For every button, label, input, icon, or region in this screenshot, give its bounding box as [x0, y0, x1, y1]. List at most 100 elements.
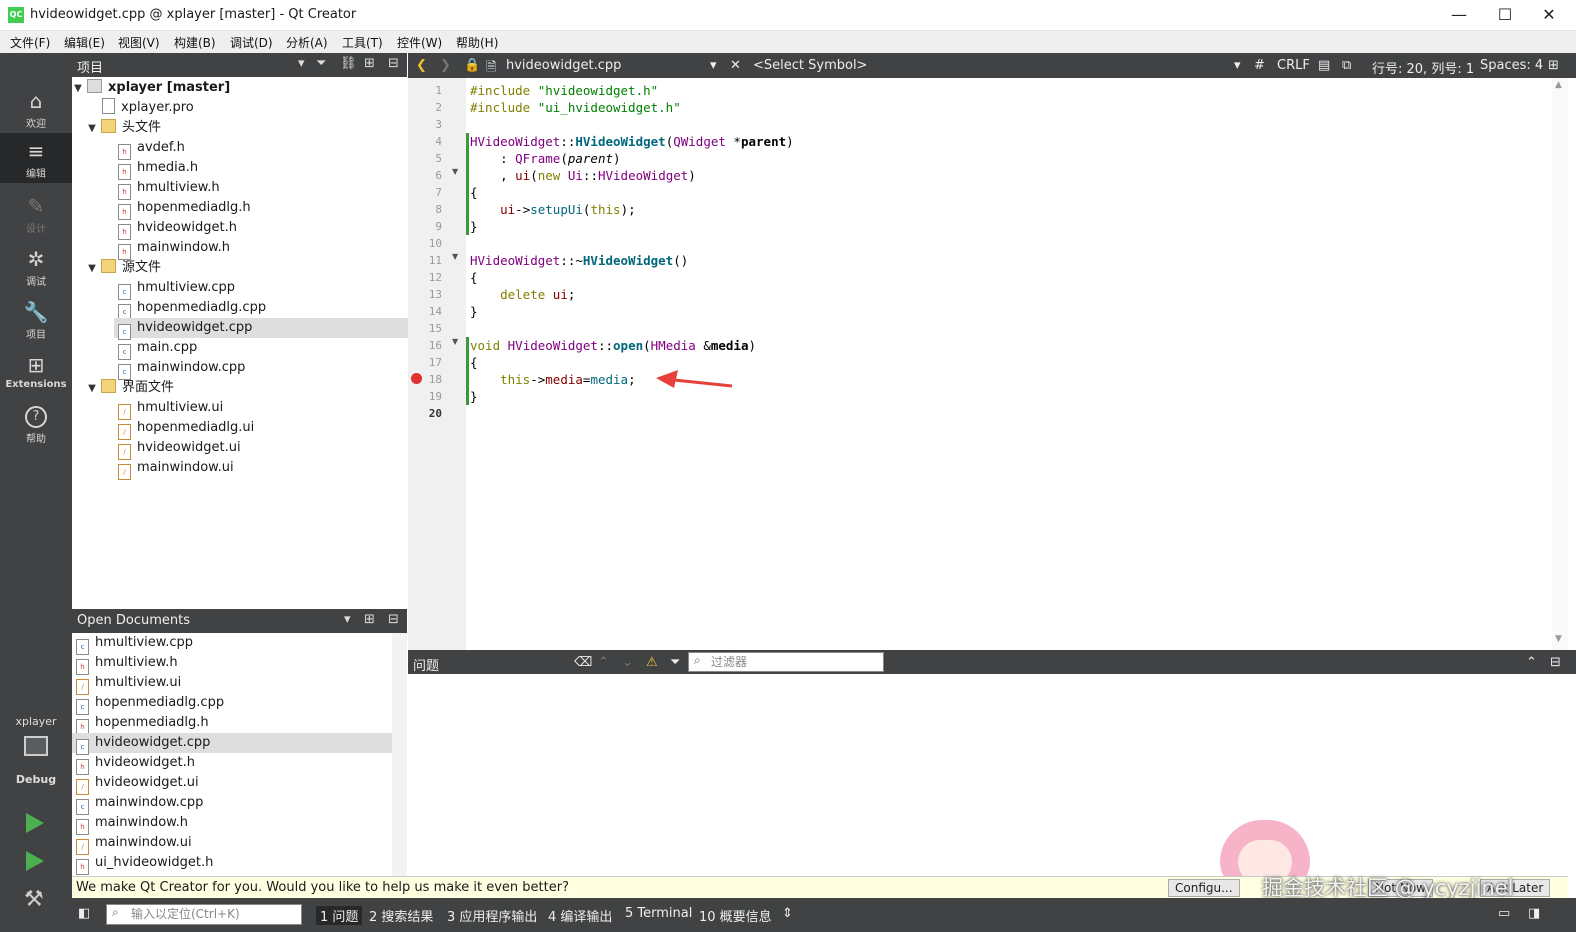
monitor-icon[interactable] [24, 736, 48, 756]
chevron-down-icon[interactable]: ▼ [86, 379, 98, 399]
chevron-down-icon[interactable]: ▼ [86, 119, 98, 139]
mode-debug[interactable]: ✲ 调试 [0, 241, 72, 291]
menu-file[interactable]: 文件(F) [10, 34, 50, 51]
menu-view[interactable]: 视图(V) [118, 34, 160, 51]
menu-build[interactable]: 构建(B) [174, 34, 216, 51]
split-icon[interactable]: ⊞ [364, 56, 375, 71]
encoding-icon[interactable]: ▤ [1318, 58, 1330, 73]
list-item[interactable]: c hmultiview.cpp [76, 633, 193, 655]
tree-item[interactable]: / hvideowidget.ui [118, 438, 241, 460]
close-pane-icon[interactable]: ⊟ [388, 612, 399, 627]
tree-item[interactable]: h hvideowidget.h [118, 218, 237, 240]
build-hammer-icon[interactable]: ⚒ [24, 887, 44, 912]
debug-run-icon[interactable] [26, 851, 44, 871]
close-pane-icon[interactable]: ⊟ [388, 56, 399, 71]
minimize-button[interactable]: — [1436, 0, 1482, 30]
menu-widgets[interactable]: 控件(W) [397, 34, 442, 51]
tree-item[interactable]: h hopenmediadlg.h [118, 198, 251, 220]
tree-item-selected[interactable]: c hvideowidget.cpp [114, 318, 411, 340]
tree-item[interactable]: h avdef.h [118, 138, 185, 160]
close-window-button[interactable]: ✕ [1526, 0, 1572, 30]
link-icon[interactable]: ⛓ [340, 56, 357, 71]
list-item[interactable]: / hmultiview.ui [76, 673, 181, 695]
chevron-down-icon[interactable]: ▾ [344, 612, 351, 627]
current-file-selector[interactable]: hvideowidget.cpp [506, 58, 621, 73]
indent-setting[interactable]: Spaces: 4 [1480, 58, 1543, 73]
back-arrow-icon[interactable]: ❮ [416, 58, 427, 73]
chevron-down-icon[interactable]: ▾ [1234, 58, 1241, 73]
tree-item[interactable]: xplayer.pro [102, 98, 194, 118]
menu-debug[interactable]: 调试(D) [230, 34, 273, 51]
issues-filter-input[interactable]: 过滤器 [688, 652, 884, 672]
tree-folder-headers[interactable]: ▼ 头文件 [86, 118, 161, 138]
chevron-down-icon[interactable]: ▾ [710, 58, 717, 73]
mode-projects[interactable]: 🔧 项目 [0, 294, 72, 344]
list-item[interactable]: / mainwindow.ui [76, 833, 192, 855]
clear-icon[interactable]: ⌫ [574, 655, 592, 670]
forward-arrow-icon[interactable]: ❯ [440, 58, 451, 73]
menu-analyze[interactable]: 分析(A) [286, 34, 328, 51]
mode-edit[interactable]: ≡ 编辑 [0, 133, 72, 183]
locator-input[interactable]: 输入以定位(Ctrl+K) [106, 904, 302, 925]
status-tab-terminal[interactable]: 5 Terminal [625, 906, 692, 921]
list-item[interactable]: / hvideowidget.ui [76, 773, 199, 795]
menu-tools[interactable]: 工具(T) [342, 34, 383, 51]
progress-details-icon[interactable]: ▭ [1498, 906, 1510, 921]
tree-item-project-root[interactable]: ▼ xplayer [master] [72, 78, 230, 98]
chevron-up-icon[interactable]: ▲ [1555, 80, 1562, 90]
tree-item[interactable]: h hmedia.h [118, 158, 198, 180]
maximize-button[interactable]: ☐ [1482, 0, 1528, 30]
status-tab-search-results[interactable]: 2 搜索结果 [369, 906, 433, 925]
chevron-up-icon[interactable]: ⌃ [598, 655, 609, 670]
code-editor[interactable]: #include "hvideowidget.h" #include "ui_h… [466, 78, 1552, 650]
split-icon[interactable]: ⊞ [364, 612, 375, 627]
tree-item[interactable]: c main.cpp [118, 338, 197, 360]
list-item[interactable]: h hopenmediadlg.h [76, 713, 209, 735]
editor-scrollbar[interactable]: ▲ ▼ [1552, 78, 1568, 650]
tree-item[interactable]: / hopenmediadlg.ui [118, 418, 254, 440]
list-item[interactable]: c mainwindow.cpp [76, 793, 203, 815]
chevron-down-icon[interactable]: ▾ [298, 56, 305, 71]
tree-item[interactable]: c hmultiview.cpp [118, 278, 235, 300]
status-tab-app-output[interactable]: 3 应用程序输出 [447, 906, 537, 925]
list-item-selected[interactable]: c hvideowidget.cpp [72, 733, 393, 755]
chevron-down-icon[interactable]: ▼ [86, 259, 98, 279]
menu-help[interactable]: 帮助(H) [456, 34, 498, 51]
status-tab-compile-output[interactable]: 4 编译输出 [548, 906, 612, 925]
configure-button[interactable]: Configu... [1168, 879, 1240, 897]
filter-icon[interactable]: ⏷ [316, 56, 326, 71]
list-item[interactable]: h hmultiview.h [76, 653, 178, 675]
tree-folder-forms[interactable]: ▼ 界面文件 [86, 378, 174, 398]
toggle-right-sidebar-icon[interactable]: ◨ [1528, 906, 1540, 921]
chevron-down-icon[interactable]: ▼ [72, 79, 84, 99]
tree-item[interactable]: c hopenmediadlg.cpp [118, 298, 266, 320]
mode-extensions[interactable]: ⊞ Extensions [0, 347, 72, 397]
list-item[interactable]: h ui_hvideowidget.h [76, 853, 213, 875]
symbol-selector[interactable]: <Select Symbol> [753, 58, 867, 73]
close-pane-icon[interactable]: ⊟ [1550, 655, 1561, 670]
list-item[interactable]: h mainwindow.h [76, 813, 188, 835]
run-icon[interactable] [26, 813, 44, 833]
tree-folder-sources[interactable]: ▼ 源文件 [86, 258, 161, 278]
menu-edit[interactable]: 编辑(E) [64, 34, 105, 51]
up-down-arrows-icon[interactable]: ⇕ [782, 906, 793, 921]
hash-indicator[interactable]: # [1254, 58, 1265, 73]
mode-welcome[interactable]: ⌂ 欢迎 [0, 83, 72, 133]
maximize-pane-icon[interactable]: ⌃ [1526, 655, 1537, 670]
fold-arrow-icon[interactable]: ▼ [452, 167, 458, 176]
fold-arrow-icon[interactable]: ▼ [452, 252, 458, 261]
tree-item[interactable]: h mainwindow.h [118, 238, 230, 260]
fold-arrow-icon[interactable]: ▼ [452, 337, 458, 346]
split-editor-icon[interactable]: ⧉ [1342, 58, 1351, 73]
warning-icon[interactable]: ⚠ [646, 655, 658, 670]
tree-item[interactable]: c mainwindow.cpp [118, 358, 245, 380]
line-ending-indicator[interactable]: CRLF [1277, 58, 1310, 73]
filter-icon[interactable]: ⏷ [670, 655, 680, 670]
breakpoint-icon[interactable] [411, 373, 422, 384]
mode-help[interactable]: ? 帮助 [0, 400, 72, 450]
list-item[interactable]: c hopenmediadlg.cpp [76, 693, 224, 715]
close-document-icon[interactable]: ✕ [730, 58, 741, 73]
chevron-down-icon[interactable]: ▼ [1555, 634, 1562, 644]
split-icon[interactable]: ⊞ [1548, 58, 1559, 73]
toggle-sidebar-icon[interactable]: ◧ [78, 906, 90, 921]
